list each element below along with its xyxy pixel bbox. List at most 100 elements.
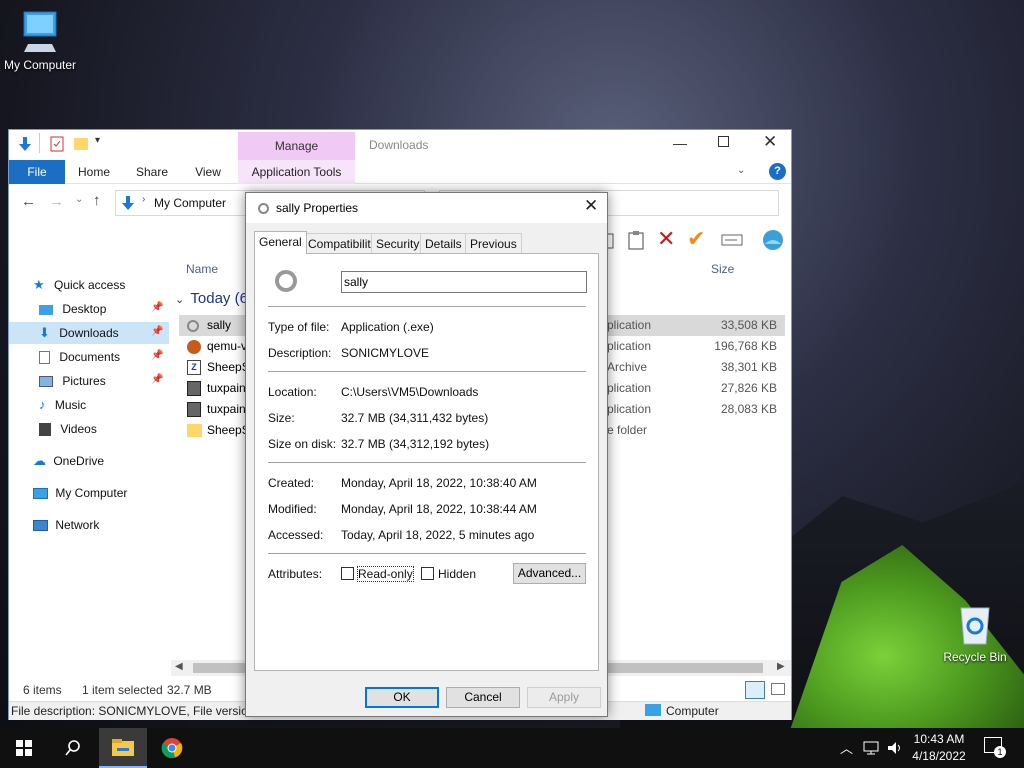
- sidebar-item-music[interactable]: ♪ Music: [39, 394, 86, 416]
- accessed-label: Accessed:: [268, 528, 324, 542]
- delete-icon[interactable]: ✕: [657, 226, 675, 252]
- network-globe-icon[interactable]: [761, 228, 785, 252]
- sidebar-item-downloads[interactable]: ⬇ Downloads: [9, 322, 169, 344]
- recent-locations-icon[interactable]: ⌄: [75, 194, 83, 205]
- installer-icon: [187, 381, 201, 396]
- qat-dropdown-icon[interactable]: ▾: [95, 135, 100, 146]
- created-value: Monday, April 18, 2022, 10:38:40 AM: [341, 476, 537, 490]
- tab-compatibility[interactable]: Compatibility: [303, 233, 382, 253]
- desktop-icon-recycle-bin[interactable]: Recycle Bin: [935, 602, 1015, 664]
- tab-home[interactable]: Home: [71, 160, 117, 184]
- search-button[interactable]: [48, 728, 96, 768]
- close-button[interactable]: ✕: [763, 132, 777, 152]
- sidebar-item-videos[interactable]: Videos: [39, 418, 97, 440]
- readonly-label[interactable]: Read-only: [357, 566, 414, 582]
- minimize-button[interactable]: —: [673, 135, 687, 151]
- back-arrow-icon[interactable]: ←: [21, 193, 36, 210]
- scroll-left-icon[interactable]: ◀: [175, 661, 183, 672]
- forward-arrow-icon[interactable]: →: [49, 193, 64, 210]
- tab-file[interactable]: File: [9, 160, 65, 184]
- advanced-button[interactable]: Advanced...: [513, 563, 586, 584]
- scroll-right-icon[interactable]: ▶: [777, 661, 785, 672]
- action-center-icon[interactable]: 1: [984, 737, 1006, 758]
- sidebar-item-my-computer[interactable]: My Computer: [33, 482, 127, 504]
- app-file-icon: [187, 320, 199, 332]
- download-icon: [19, 137, 31, 151]
- pin-icon[interactable]: 📌: [151, 374, 163, 385]
- separator: [268, 371, 586, 372]
- group-header[interactable]: ⌄ Today (6: [175, 290, 248, 307]
- volume-icon[interactable]: [886, 740, 904, 756]
- desktop-icon-label: My Computer: [3, 58, 77, 72]
- ok-button[interactable]: OK: [365, 687, 439, 708]
- separator: [268, 462, 586, 463]
- readonly-checkbox[interactable]: [341, 567, 354, 580]
- clock-date[interactable]: 4/18/2022: [906, 749, 972, 763]
- dialog-titlebar: sally Properties ✕: [246, 193, 607, 223]
- column-header-name[interactable]: Name: [186, 262, 218, 276]
- apply-button[interactable]: Apply: [527, 687, 601, 708]
- videos-icon: [39, 423, 51, 437]
- sidebar-item-quick-access[interactable]: ★ Quick access: [33, 274, 125, 296]
- window-title: Downloads: [369, 138, 429, 152]
- pin-icon[interactable]: 📌: [151, 350, 163, 361]
- qat-separator: [39, 133, 40, 153]
- tab-security[interactable]: Security: [371, 233, 425, 253]
- details-view-button[interactable]: [745, 681, 765, 699]
- sidebar-item-desktop[interactable]: Desktop: [39, 298, 106, 320]
- music-icon: ♪: [39, 397, 46, 412]
- close-button[interactable]: ✕: [584, 196, 598, 216]
- check-icon[interactable]: ✔: [687, 226, 705, 252]
- cancel-button[interactable]: Cancel: [446, 687, 520, 708]
- windows-icon: [16, 740, 32, 756]
- desktop-icon-my-computer[interactable]: My Computer: [0, 10, 80, 72]
- properties-dialog: sally Properties ✕ General Compatibility…: [245, 192, 608, 717]
- breadcrumb[interactable]: My Computer: [154, 196, 226, 210]
- tab-general[interactable]: General: [254, 231, 307, 254]
- hidden-checkbox[interactable]: [421, 567, 434, 580]
- cloud-icon: ☁: [33, 453, 46, 468]
- tab-view[interactable]: View: [187, 160, 229, 184]
- sidebar-item-documents[interactable]: Documents: [39, 346, 120, 368]
- help-icon[interactable]: ?: [769, 163, 786, 180]
- up-arrow-icon[interactable]: ↑: [93, 192, 101, 209]
- folder-icon: [187, 424, 202, 437]
- sidebar-item-network[interactable]: Network: [33, 514, 99, 536]
- accessed-value: Today, April 18, 2022, 5 minutes ago: [341, 528, 535, 542]
- taskbar-chrome[interactable]: [148, 728, 196, 768]
- column-header-size[interactable]: Size: [711, 262, 734, 276]
- tab-details[interactable]: Details: [420, 233, 467, 253]
- tab-application-tools[interactable]: Application Tools: [238, 160, 355, 184]
- large-icons-view-button[interactable]: [771, 683, 785, 695]
- file-name-input[interactable]: sally: [341, 271, 587, 293]
- sidebar-item-onedrive[interactable]: ☁ OneDrive: [33, 450, 104, 472]
- sidebar-item-pictures[interactable]: Pictures: [39, 370, 106, 392]
- hidden-label[interactable]: Hidden: [438, 567, 476, 581]
- location-label: Location:: [268, 385, 317, 399]
- pin-icon[interactable]: 📌: [151, 326, 163, 337]
- maximize-button[interactable]: [718, 136, 729, 147]
- network-status-icon[interactable]: [862, 740, 880, 756]
- paste-icon[interactable]: [627, 230, 645, 250]
- start-button[interactable]: [0, 728, 48, 768]
- taskbar: ︿ 10:43 AM 4/18/2022 1: [0, 728, 1024, 768]
- tab-previous-versions[interactable]: Previous Versions: [465, 233, 522, 271]
- show-hidden-icons-icon[interactable]: ︿: [840, 738, 853, 757]
- taskbar-file-explorer[interactable]: [99, 728, 147, 768]
- general-tab-panel: sally Type of file: Application (.exe) D…: [254, 253, 599, 671]
- attributes-label: Attributes:: [268, 567, 323, 581]
- rename-icon[interactable]: [721, 232, 743, 248]
- download-icon: ⬇: [39, 325, 50, 340]
- ribbon-expand-icon[interactable]: ⌄: [737, 165, 745, 176]
- breadcrumb-chevron-icon: ›: [142, 194, 146, 205]
- new-folder-icon[interactable]: [73, 136, 89, 152]
- pin-icon[interactable]: 📌: [151, 302, 163, 313]
- tab-share[interactable]: Share: [129, 160, 175, 184]
- desktop-icon: [39, 304, 53, 315]
- properties-icon[interactable]: [49, 136, 65, 152]
- clock-time[interactable]: 10:43 AM: [906, 732, 972, 746]
- ribbon-tabs: File Home Share View Application Tools ⌄…: [9, 160, 791, 184]
- recycle-bin-icon: [960, 607, 990, 645]
- type-value: Application (.exe): [341, 320, 434, 334]
- notification-badge: 1: [994, 746, 1006, 758]
